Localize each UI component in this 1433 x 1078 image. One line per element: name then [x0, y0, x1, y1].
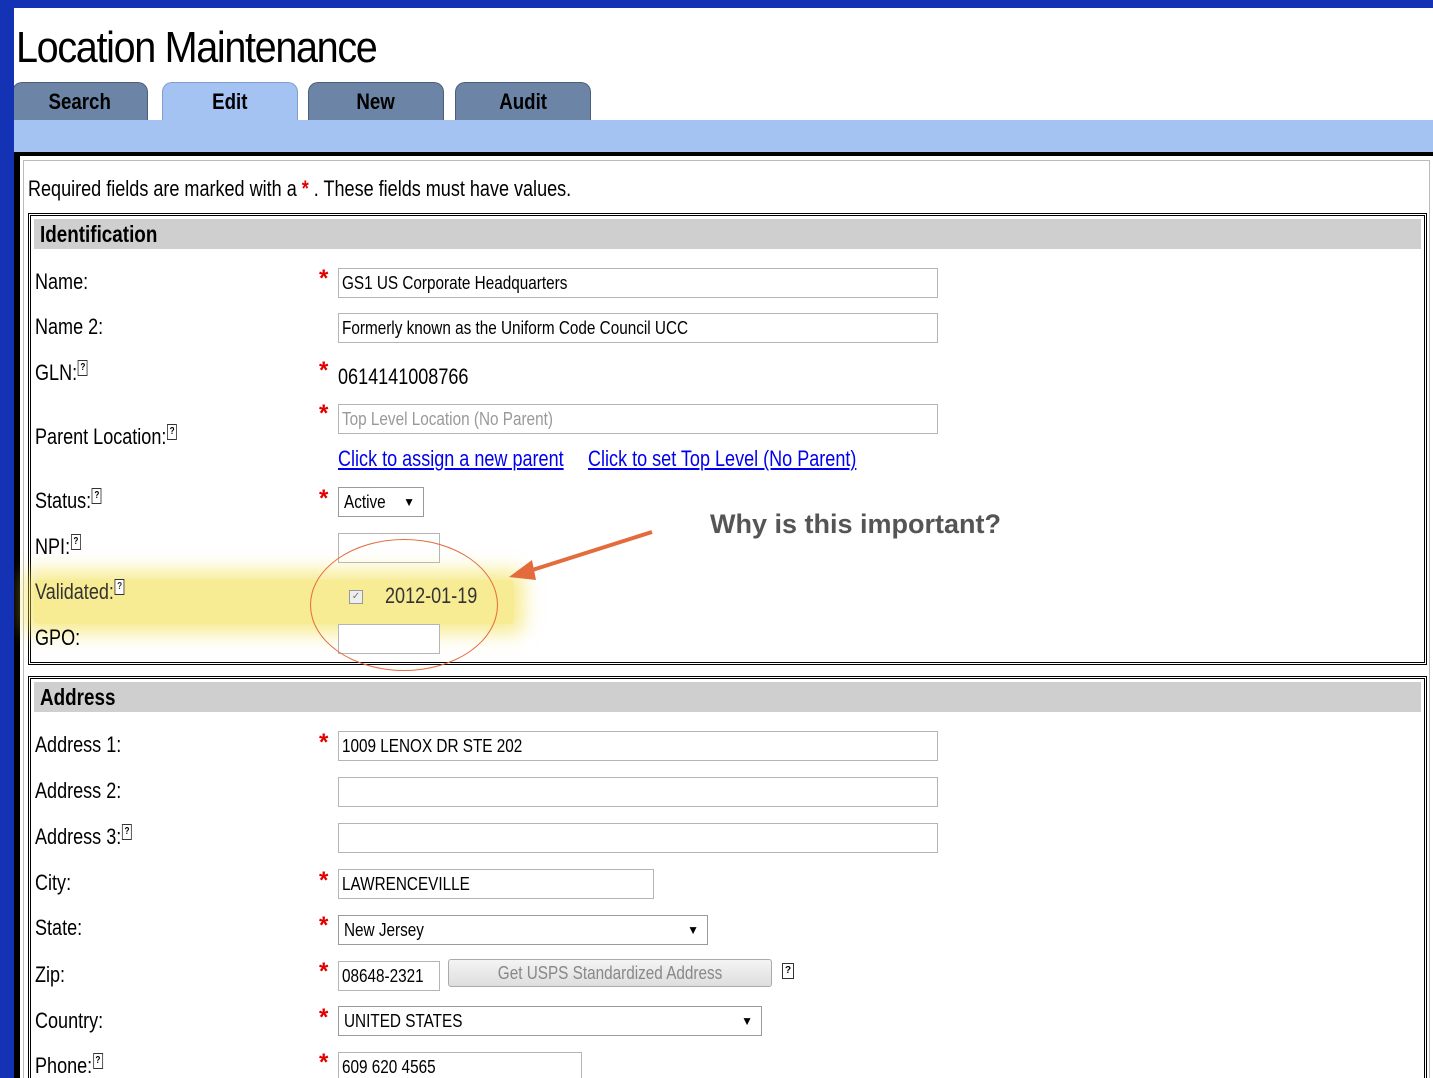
help-icon[interactable]: ?	[93, 1053, 103, 1069]
tab-bar	[14, 120, 1433, 152]
usps-button-label: Get USPS Standardized Address	[497, 963, 723, 983]
divider	[14, 152, 1433, 156]
required-star-icon: *	[319, 867, 329, 894]
assign-parent-link[interactable]: Click to assign a new parent	[338, 446, 564, 472]
name-input[interactable]: GS1 US Corporate Headquarters	[338, 268, 938, 298]
parent-label-text: Parent Location:	[35, 424, 167, 449]
parent-location-input[interactable]: Top Level Location (No Parent)	[338, 404, 938, 434]
zip-label: Zip:	[35, 962, 66, 987]
required-star-icon: *	[319, 1004, 329, 1031]
callout-text: Why is this important?	[710, 509, 1002, 539]
gln-value: 0614141008766	[338, 364, 469, 389]
parent-location-placeholder: Top Level Location (No Parent)	[342, 409, 553, 429]
status-label: Status:?	[35, 488, 102, 514]
required-star-icon: *	[319, 265, 329, 292]
help-icon[interactable]: ?	[77, 360, 88, 376]
tab-search[interactable]: Search	[14, 82, 148, 122]
validated-label: Validated:?	[35, 579, 125, 605]
gln-label: GLN:?	[35, 360, 88, 386]
left-border	[14, 152, 20, 1078]
address1-label: Address 1:	[35, 732, 122, 757]
zip-value: 08648-2321	[342, 966, 424, 986]
required-star-icon: *	[319, 729, 329, 756]
chevron-down-icon: ▼	[687, 923, 699, 937]
state-value: New Jersey	[344, 920, 424, 940]
identification-header: Identification	[34, 219, 1421, 249]
tab-edit[interactable]: Edit	[162, 82, 298, 122]
help-icon[interactable]: ?	[782, 963, 794, 979]
npi-label: NPI:?	[35, 534, 81, 560]
phone-input[interactable]: 609 620 4565	[338, 1052, 582, 1078]
parent-location-label: Parent Location:?	[35, 424, 178, 450]
city-input[interactable]: LAWRENCEVILLE	[338, 869, 654, 899]
tab-new-label: New	[356, 89, 396, 114]
zip-input[interactable]: 08648-2321	[338, 961, 440, 991]
identification-title: Identification	[40, 221, 158, 247]
gln-label-text: GLN:	[35, 360, 78, 385]
validated-label-text: Validated:	[35, 579, 114, 604]
required-star-icon: *	[319, 912, 329, 939]
help-icon[interactable]: ?	[167, 424, 178, 440]
country-value: UNITED STATES	[344, 1011, 463, 1031]
usps-address-button[interactable]: Get USPS Standardized Address	[448, 959, 772, 987]
address3-label-text: Address 3:	[35, 824, 122, 849]
page-title: Location Maintenance	[16, 23, 378, 72]
city-label: City:	[35, 870, 72, 895]
required-star-icon: *	[319, 400, 329, 427]
required-star-icon: *	[319, 357, 329, 384]
app-frame: Location Maintenance Search Edit New Aud…	[14, 8, 1433, 1078]
help-icon[interactable]: ?	[70, 534, 81, 550]
state-select[interactable]: New Jersey ▼	[338, 915, 708, 945]
name2-label: Name 2:	[35, 314, 104, 339]
required-note: Required fields are marked with a * . Th…	[28, 176, 571, 202]
help-icon[interactable]: ?	[91, 488, 102, 504]
set-top-level-link[interactable]: Click to set Top Level (No Parent)	[588, 446, 856, 472]
address3-label: Address 3:?	[35, 824, 132, 850]
address1-input[interactable]: 1009 LENOX DR STE 202	[338, 731, 938, 761]
tab-audit[interactable]: Audit	[455, 82, 591, 122]
name2-value: Formerly known as the Uniform Code Counc…	[342, 318, 689, 338]
address-header: Address	[34, 682, 1421, 712]
state-label: State:	[35, 915, 83, 940]
country-label: Country:	[35, 1008, 104, 1033]
address2-input[interactable]	[338, 777, 938, 807]
help-icon[interactable]: ?	[114, 579, 125, 595]
address3-input[interactable]	[338, 823, 938, 853]
address-title: Address	[40, 684, 116, 710]
phone-label-text: Phone:	[35, 1053, 93, 1078]
callout-arrow-icon	[509, 530, 653, 580]
tab-search-label: Search	[48, 89, 112, 114]
required-note-prefix: Required fields are marked with a	[28, 176, 297, 201]
gpo-label: GPO:	[35, 625, 81, 650]
npi-label-text: NPI:	[35, 534, 71, 559]
status-value: Active	[344, 492, 386, 512]
phone-label: Phone:?	[35, 1053, 103, 1078]
callout-ellipse	[310, 539, 498, 671]
chevron-down-icon: ▼	[741, 1014, 753, 1028]
required-star-icon: *	[319, 485, 329, 512]
tab-audit-label: Audit	[499, 89, 547, 114]
name-label: Name:	[35, 269, 89, 294]
city-value: LAWRENCEVILLE	[342, 874, 470, 894]
required-note-suffix: . These fields must have values.	[313, 176, 572, 201]
required-star-icon: *	[319, 958, 329, 985]
required-star-icon: *	[301, 176, 309, 201]
required-star-icon: *	[319, 1049, 329, 1076]
status-label-text: Status:	[35, 488, 92, 513]
status-select[interactable]: Active ▼	[338, 487, 424, 517]
phone-value: 609 620 4565	[342, 1057, 436, 1077]
help-icon[interactable]: ?	[122, 824, 132, 840]
address1-value: 1009 LENOX DR STE 202	[342, 736, 523, 756]
name-value: GS1 US Corporate Headquarters	[342, 273, 568, 293]
chevron-down-icon: ▼	[403, 495, 415, 509]
tab-new[interactable]: New	[308, 82, 444, 122]
address2-label: Address 2:	[35, 778, 122, 803]
name2-input[interactable]: Formerly known as the Uniform Code Counc…	[338, 313, 938, 343]
country-select[interactable]: UNITED STATES ▼	[338, 1006, 762, 1036]
tab-edit-label: Edit	[212, 89, 248, 114]
